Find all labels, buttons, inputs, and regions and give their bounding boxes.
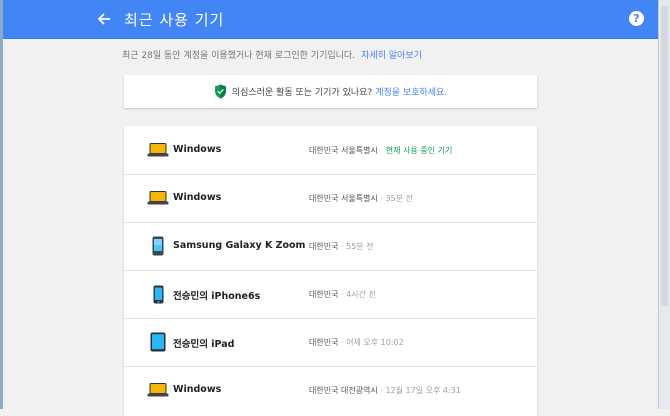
device-name: 전승민의 iPhone6s <box>173 291 261 302</box>
device-meta: 대한민국 서울특별시 현재 사용 중인 기기 <box>309 145 452 156</box>
intro-text: 최근 28일 동안 계정을 이용했거나 현재 로그인한 기기입니다. <box>122 51 356 61</box>
window-border <box>0 0 3 409</box>
device-name: Samsung Galaxy K Zoom <box>173 240 306 251</box>
device-name: 전승민의 iPad <box>173 339 235 350</box>
device-name: Windows <box>173 192 222 203</box>
device-location: 대한민국 대전광역시 <box>309 386 378 395</box>
help-button[interactable]: ? <box>629 11 644 26</box>
device-row[interactable]: Windows 대한민국 서울특별시 현재 사용 중인 기기 <box>124 126 537 175</box>
device-location: 대한민국 <box>309 290 339 299</box>
shield-check-icon <box>214 84 227 99</box>
android-phone-icon <box>146 236 170 256</box>
device-location: 대한민국 <box>309 338 339 347</box>
device-list: Windows 대한민국 서울특별시 현재 사용 중인 기기 Windows 대한… <box>124 126 537 416</box>
current-device-label: 현재 사용 중인 기기 <box>385 146 453 155</box>
device-last-active: 4시간 전 <box>346 290 376 299</box>
device-last-active: 35분 전 <box>385 194 413 203</box>
app-header: 최근 사용 기기 ? <box>3 0 658 39</box>
scrollbar-thumb[interactable] <box>661 6 668 306</box>
device-row[interactable]: Windows 대한민국 대전광역시 · 12월 17일 오후 4:31 <box>124 366 537 414</box>
ipad-icon <box>146 332 170 352</box>
device-location: 대한민국 <box>309 242 339 251</box>
device-meta: 대한민국 · 55분 전 <box>309 242 374 251</box>
device-meta: 대한민국 · 어제 오후 10:02 <box>309 338 404 347</box>
device-last-active: 55분 전 <box>346 242 374 251</box>
page-title: 최근 사용 기기 <box>124 11 225 29</box>
laptop-icon <box>146 188 170 208</box>
device-row[interactable]: Samsung Galaxy K Zoom 대한민국 · 55분 전 <box>124 222 537 271</box>
laptop-icon <box>146 140 170 160</box>
device-row[interactable]: 전승민의 iPad 대한민국 · 어제 오후 10:02 <box>124 318 537 367</box>
vertical-scrollbar[interactable] <box>658 0 670 409</box>
device-last-active: 12월 17일 오후 4:31 <box>385 386 461 395</box>
security-question: 의심스러운 활동 또는 기기가 있나요? <box>231 88 373 98</box>
device-last-active: 어제 오후 10:02 <box>346 338 404 347</box>
device-name: Windows <box>173 384 222 395</box>
protect-account-link[interactable]: 계정을 보호하세요. <box>375 85 447 98</box>
device-name: Windows <box>173 144 222 155</box>
device-meta: 대한민국 대전광역시 · 12월 17일 오후 4:31 <box>309 386 461 395</box>
help-circle-icon: ? <box>633 12 640 25</box>
learn-more-link[interactable]: 자세히 알아보기 <box>361 51 422 61</box>
device-meta: 대한민국 서울특별시 · 35분 전 <box>309 194 413 203</box>
security-card: 의심스러운 활동 또는 기기가 있나요? 계정을 보호하세요. <box>124 75 537 108</box>
device-row[interactable]: 전승민의 iPhone6s 대한민국 · 4시간 전 <box>124 270 537 319</box>
arrow-left-icon <box>97 13 110 25</box>
iphone-icon <box>146 284 170 304</box>
back-button[interactable] <box>94 9 114 29</box>
intro-text-block: 최근 28일 동안 계정을 이용했거나 현재 로그인한 기기입니다. 자세히 알아… <box>122 48 422 61</box>
laptop-icon <box>146 380 170 400</box>
device-location: 대한민국 서울특별시 <box>309 146 378 155</box>
device-meta: 대한민국 · 4시간 전 <box>309 290 376 299</box>
device-row[interactable]: Windows 대한민국 서울특별시 · 35분 전 <box>124 174 537 223</box>
device-location: 대한민국 서울특별시 <box>309 194 378 203</box>
